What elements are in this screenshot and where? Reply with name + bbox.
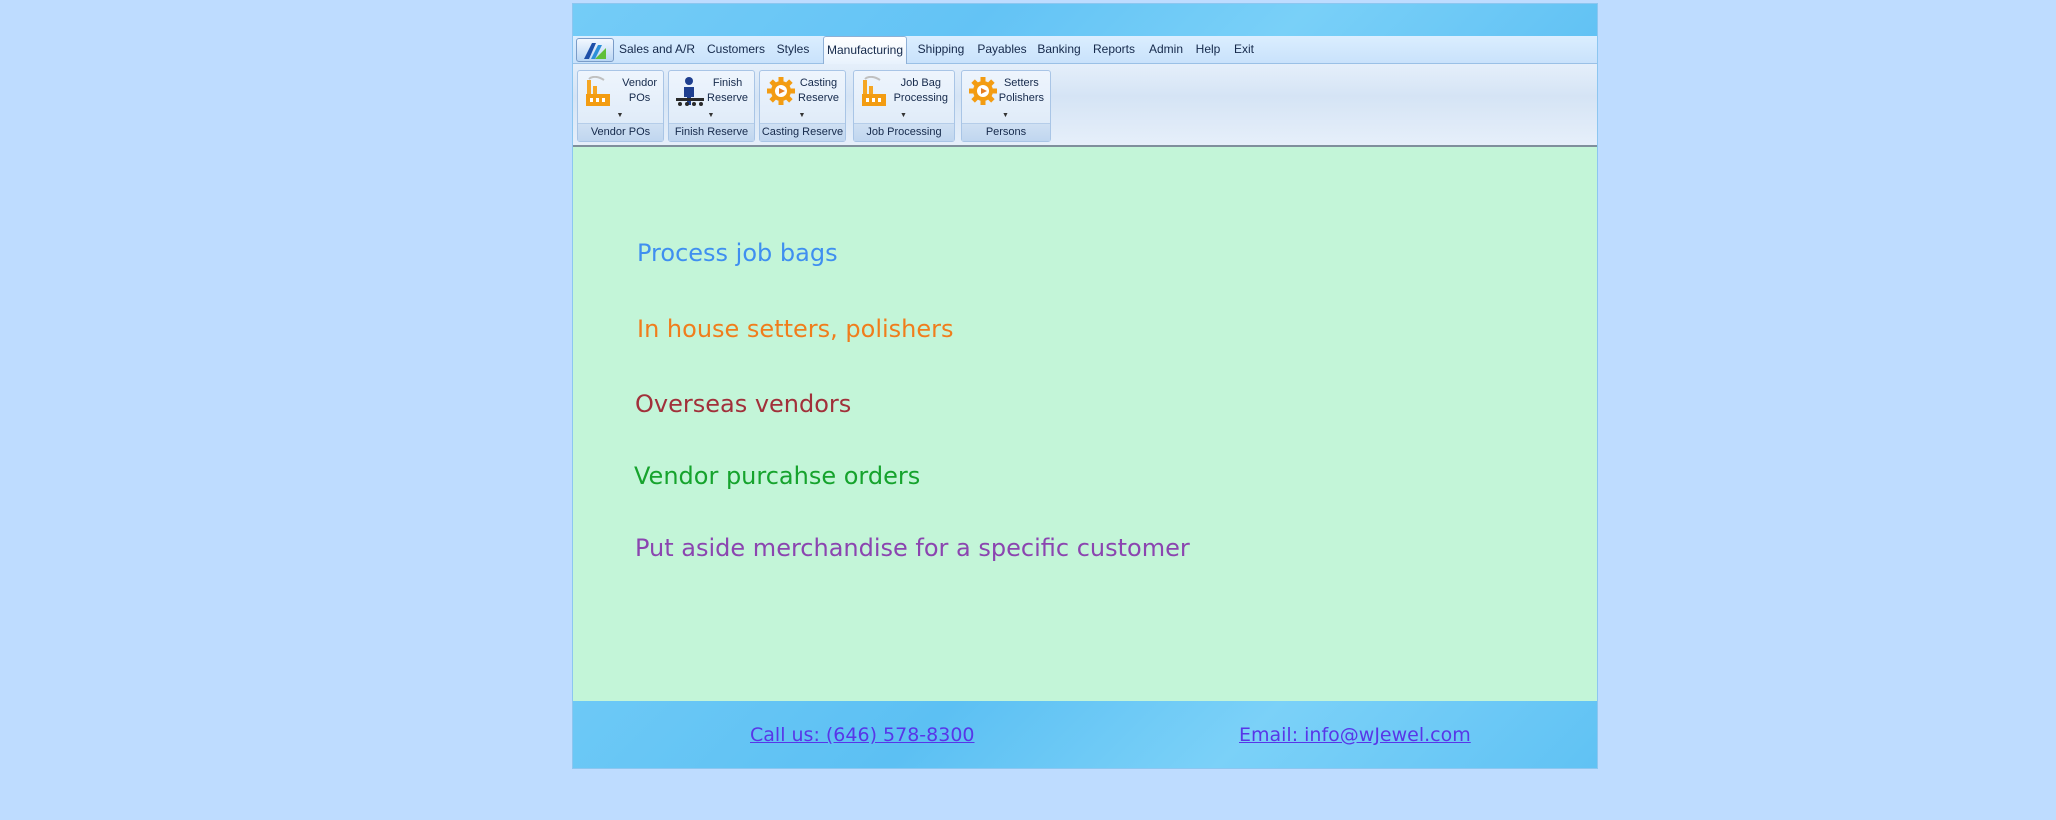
dropdown-caret-icon: ▼ [900,112,907,119]
ribbon-group-casting-reserve: Casting Reserve ▼ Casting Reserve [759,70,846,142]
ribbon-group-finish-reserve: Finish Reserve ▼ Finish Reserve [668,70,755,142]
feature-put-aside-merchandise: Put aside merchandise for a specific cus… [635,534,1190,562]
dropdown-caret-icon: ▼ [1002,112,1009,119]
phone-link[interactable]: Call us: (646) 578-8300 [750,724,975,746]
feature-vendor-purchase-orders: Vendor purcahse orders [634,462,921,490]
factory-icon [586,76,610,106]
feature-in-house-setters: In house setters, polishers [637,315,954,343]
group-caption: Vendor POs [578,123,663,141]
ribbon-group-vendor-pos: Vendor POs ▼ Vendor POs [577,70,664,142]
vendor-pos-button[interactable]: Vendor POs ▼ [578,71,663,125]
email-link[interactable]: Email: info@wJewel.com [1239,724,1471,746]
application-menu-button[interactable] [576,38,614,62]
dropdown-caret-icon: ▼ [798,112,806,119]
app-logo-icon [584,43,606,59]
finish-reserve-label: Finish Reserve [707,77,748,104]
dropdown-caret-icon: ▼ [707,112,715,119]
finish-reserve-button[interactable]: Finish Reserve ▼ [669,71,754,125]
tab-exit[interactable]: Exit [1229,36,1259,63]
feature-overseas-vendors: Overseas vendors [635,390,852,418]
group-caption: Job Processing [854,123,954,141]
tab-sales-and-ar[interactable]: Sales and A/R [617,36,697,63]
feature-process-job-bags: Process job bags [637,239,838,267]
tab-manufacturing[interactable]: Manufacturing [823,36,907,64]
factory-icon [862,76,886,106]
setters-polishers-label: Setters Polishers [998,77,1044,104]
title-bar [573,4,1597,36]
footer: Call us: (646) 578-8300 Email: info@wJew… [573,701,1597,768]
group-caption: Finish Reserve [669,123,754,141]
ribbon-group-persons: Setters Polishers ▼ Persons [961,70,1051,142]
dropdown-caret-icon: ▼ [616,112,624,119]
gear-icon [767,77,795,105]
tab-payables[interactable]: Payables [975,36,1029,63]
tab-customers[interactable]: Customers [703,36,769,63]
ribbon-tab-bar: Sales and A/R Customers Styles Manufactu… [573,36,1597,64]
tab-styles[interactable]: Styles [773,36,813,63]
gear-icon [969,77,997,105]
tab-help[interactable]: Help [1191,36,1225,63]
ribbon-group-job-processing: Job Bag Processing ▼ Job Processing [853,70,955,142]
job-bag-processing-button[interactable]: Job Bag Processing ▼ [854,71,954,125]
vendor-pos-label: Vendor POs [622,77,657,104]
worker-conveyor-icon [676,77,704,106]
setters-polishers-button[interactable]: Setters Polishers ▼ [962,71,1050,125]
ribbon-panel: Vendor POs ▼ Vendor POs Finish Reserve ▼… [573,64,1597,147]
casting-reserve-label: Casting Reserve [798,77,839,104]
casting-reserve-button[interactable]: Casting Reserve ▼ [760,71,845,125]
tab-banking[interactable]: Banking [1035,36,1083,63]
group-caption: Casting Reserve [760,123,845,141]
tab-shipping[interactable]: Shipping [913,36,969,63]
application-window: Sales and A/R Customers Styles Manufactu… [572,3,1598,769]
job-bag-processing-label: Job Bag Processing [893,77,948,104]
tab-admin[interactable]: Admin [1145,36,1187,63]
main-content: Process job bags In house setters, polis… [573,147,1597,702]
tab-reports[interactable]: Reports [1089,36,1139,63]
group-caption: Persons [962,123,1050,141]
